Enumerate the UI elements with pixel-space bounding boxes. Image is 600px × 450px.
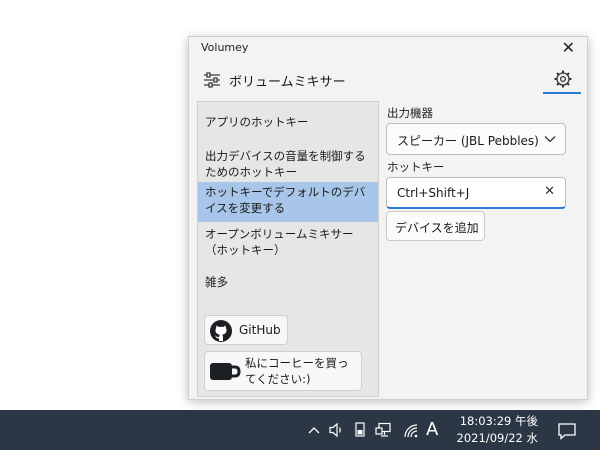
- battery-icon[interactable]: [354, 422, 366, 438]
- sidebar-item-app-hotkeys[interactable]: アプリのホットキー: [198, 112, 378, 132]
- add-device-label: デバイスを追加: [395, 221, 479, 235]
- hotkey-value: Ctrl+Shift+J: [397, 186, 470, 200]
- mixer-icon: [204, 72, 220, 88]
- page-title: ボリュームミキサー: [229, 75, 346, 90]
- sidebar: アプリのホットキー 出力デバイスの音量を制御するためのホットキー ホットキーでデ…: [197, 101, 379, 397]
- sidebar-item-device-volume-hotkeys[interactable]: 出力デバイスの音量を制御するためのホットキー: [198, 146, 378, 182]
- buy-coffee-button[interactable]: 私にコーヒーを買ってください:): [204, 351, 362, 391]
- sidebar-item-label: ホットキーでデフォルトのデバイスを変更する: [205, 185, 366, 215]
- coffee-cup-icon: [210, 363, 241, 380]
- output-device-label: 出力機器: [387, 106, 433, 120]
- sidebar-item-open-mixer-hotkey[interactable]: オープンボリュームミキサー（ホットキー）: [198, 224, 378, 260]
- github-label: GitHub: [239, 323, 281, 337]
- sidebar-item-default-device-hotkeys[interactable]: ホットキーでデフォルトのデバイスを変更する: [198, 182, 378, 222]
- taskbar: A 18:03:29 午後 2021/09/22 水: [0, 410, 600, 450]
- gear-icon[interactable]: [553, 69, 573, 89]
- sidebar-item-label: アプリのホットキー: [205, 115, 309, 129]
- clear-icon[interactable]: ✕: [544, 184, 555, 199]
- speaker-icon[interactable]: [328, 422, 346, 438]
- sidebar-item-label: 雑多: [205, 275, 228, 289]
- clock-time: 18:03:29 午後: [459, 414, 538, 428]
- clock[interactable]: 18:03:29 午後 2021/09/22 水: [452, 413, 538, 447]
- clock-date: 2021/09/22 水: [456, 431, 538, 445]
- add-device-button[interactable]: デバイスを追加: [386, 211, 485, 241]
- ime-indicator[interactable]: A: [426, 419, 438, 440]
- title-bar[interactable]: Volumey ✕: [189, 37, 587, 61]
- close-button[interactable]: ✕: [562, 39, 575, 57]
- window-title: Volumey: [201, 41, 249, 54]
- hotkey-input[interactable]: Ctrl+Shift+J ✕: [386, 177, 566, 209]
- sidebar-item-misc[interactable]: 雑多: [198, 272, 378, 292]
- output-device-select[interactable]: スピーカー (JBL Pebbles): [386, 123, 566, 155]
- volumey-window: Volumey ✕ ボリュームミキサー アプリのホットキー 出力デバイスの音量を…: [188, 36, 588, 400]
- output-device-value: スピーカー (JBL Pebbles): [397, 134, 539, 148]
- github-button[interactable]: GitHub: [204, 315, 288, 345]
- buy-coffee-label: 私にコーヒーを買ってください:): [245, 356, 349, 386]
- notification-icon[interactable]: [557, 421, 577, 441]
- chevron-down-icon: [544, 136, 556, 143]
- sidebar-item-label: 出力デバイスの音量を制御するためのホットキー: [205, 149, 366, 179]
- settings-tab-indicator: [543, 92, 581, 94]
- hotkey-label: ホットキー: [387, 160, 445, 174]
- network-icon[interactable]: [375, 422, 393, 438]
- sidebar-item-label: オープンボリュームミキサー（ホットキー）: [205, 227, 354, 257]
- chevron-up-icon[interactable]: [308, 425, 320, 435]
- wifi-icon[interactable]: [403, 423, 419, 439]
- header: ボリュームミキサー: [189, 61, 587, 103]
- github-icon: [210, 320, 232, 342]
